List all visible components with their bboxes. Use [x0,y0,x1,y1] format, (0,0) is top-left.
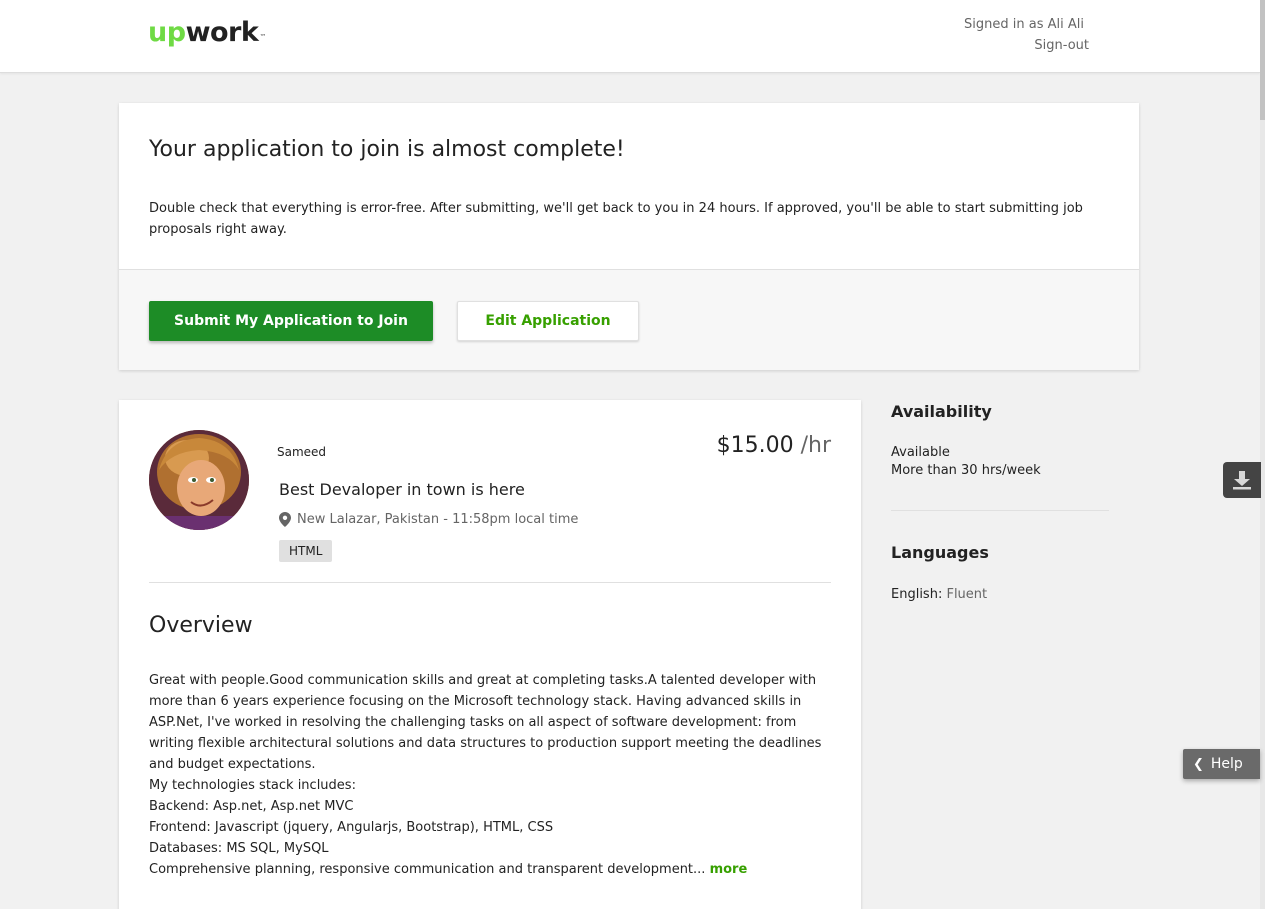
download-button[interactable] [1223,462,1261,498]
signed-in-text: Signed in as Ali Ali [964,17,1084,32]
profile-location: New Lalazar, Pakistan - 11:58pm local ti… [279,512,578,527]
rate-value: $15.00 [716,433,794,458]
overview-line: Frontend: Javascript (jquery, Angularjs,… [149,820,554,835]
availability-status: Available [891,445,950,460]
languages-heading: Languages [891,543,989,562]
availability-heading: Availability [891,402,992,421]
location-pin-icon [279,512,291,527]
help-label: Help [1210,756,1243,772]
overview-heading: Overview [149,613,253,638]
rate-unit: /hr [793,433,831,458]
profile-title: Best Devaloper in town is here [279,480,525,499]
avatar [149,430,249,530]
application-actions: Submit My Application to Join Edit Appli… [119,269,1139,370]
language-level: Fluent [942,587,988,602]
location-text: New Lalazar, Pakistan - 11:58pm local ti… [297,512,579,527]
profile-card: Sameed $15.00 /hr Best Devaloper in town… [119,400,861,909]
application-status-card: Your application to join is almost compl… [119,103,1139,370]
overview-line: Databases: MS SQL, MySQL [149,841,329,856]
application-title: Your application to join is almost compl… [149,137,625,162]
overview-line: My technologies stack includes: [149,778,356,793]
top-header: upwork™ Signed in as Ali Ali Sign-out [0,0,1260,73]
upwork-logo[interactable]: upwork™ [148,16,266,50]
profile-name: Sameed [277,445,327,459]
skill-tag[interactable]: HTML [279,540,333,562]
sign-out-link[interactable]: Sign-out [1034,38,1089,53]
chevron-left-icon: ❮ [1193,756,1204,772]
language-item: English: Fluent [891,587,987,602]
overview-line: Comprehensive planning, responsive commu… [149,862,706,877]
divider [891,510,1109,511]
overview-line: Great with people.Good communication ski… [149,673,822,772]
language-name: English: [891,587,943,602]
application-description: Double check that everything is error-fr… [149,201,1083,237]
scrollbar-thumb[interactable] [1260,0,1265,120]
overview-text: Great with people.Good communication ski… [149,670,831,880]
more-link[interactable]: more [710,862,748,877]
availability-hours: More than 30 hrs/week [891,463,1041,478]
page-scrollbar[interactable] [1260,0,1265,909]
edit-application-button[interactable]: Edit Application [457,301,639,341]
download-icon [1233,471,1251,490]
overview-line: Backend: Asp.net, Asp.net MVC [149,799,354,814]
hourly-rate: $15.00 /hr [717,433,831,458]
help-button[interactable]: ❮ Help [1183,749,1260,779]
submit-application-button[interactable]: Submit My Application to Join [149,301,433,341]
divider [149,582,831,583]
